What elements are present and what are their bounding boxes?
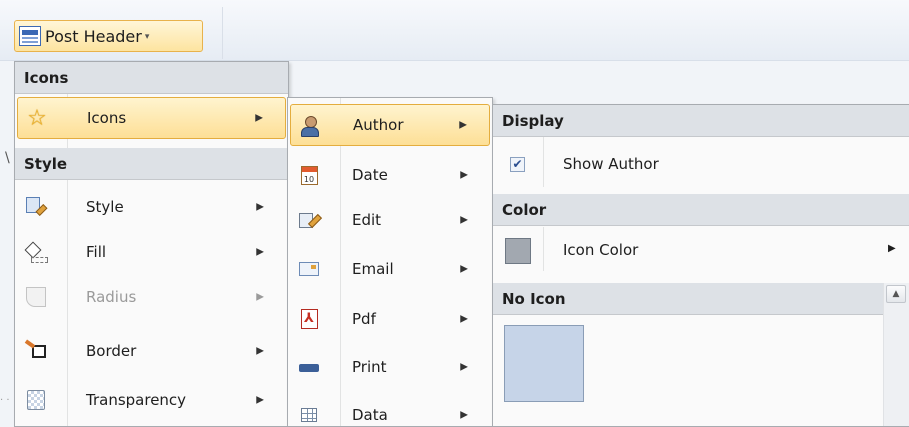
menu-item-label: Radius bbox=[86, 288, 137, 306]
menu-section-header-color: Color bbox=[493, 194, 909, 226]
submenu-arrow-icon: ▶ bbox=[256, 201, 264, 213]
post-header-menu: Icons ☆ Icons ▶ Style Style ▶ Fill ▶ Rad… bbox=[14, 61, 289, 427]
menu-item-label: Icons bbox=[87, 109, 127, 127]
no-icon-swatch[interactable] bbox=[504, 325, 584, 402]
menu-section-header-icons: Icons bbox=[15, 62, 288, 94]
menu-item-label: Print bbox=[352, 358, 387, 376]
submenu-arrow-icon: ▶ bbox=[888, 243, 896, 254]
menu-item-icons[interactable]: ☆ Icons ▶ bbox=[17, 97, 286, 139]
icons-submenu: Author ▶ 10 Date ▶ Edit ▶ Email ▶ ⅄ Pdf … bbox=[287, 97, 493, 427]
show-author-checkbox-row[interactable]: ✔ Show Author bbox=[493, 143, 909, 189]
submenu-arrow-icon: ▶ bbox=[256, 345, 264, 357]
menu-item-label: Style bbox=[86, 198, 124, 216]
menu-section-header-display: Display bbox=[493, 105, 909, 137]
submenu-arrow-icon: ▶ bbox=[255, 112, 263, 124]
submenu-arrow-icon: ▶ bbox=[460, 361, 468, 373]
border-icon bbox=[24, 339, 48, 363]
scrollbar[interactable]: ▲ bbox=[883, 283, 909, 426]
submenu-arrow-icon: ▶ bbox=[256, 394, 264, 406]
submenu-arrow-icon: ▶ bbox=[460, 409, 468, 421]
menu-item-print[interactable]: Print ▶ bbox=[290, 346, 490, 388]
icon-color-row[interactable]: Icon Color ▶ bbox=[493, 229, 909, 275]
menu-item-edit[interactable]: Edit ▶ bbox=[290, 199, 490, 241]
menu-item-label: Border bbox=[86, 342, 137, 360]
document-text-fragment: \ bbox=[5, 150, 10, 166]
menu-section-header-no-icon: No Icon bbox=[493, 283, 884, 315]
menu-item-label: Author bbox=[353, 116, 404, 134]
menu-item-transparency[interactable]: Transparency ▶ bbox=[17, 379, 286, 421]
menu-item-label: Fill bbox=[86, 243, 107, 261]
style-icon bbox=[24, 195, 48, 219]
icon-color-label: Icon Color bbox=[563, 241, 639, 259]
dropdown-caret-icon: ▾ bbox=[144, 32, 150, 42]
submenu-arrow-icon: ▶ bbox=[460, 313, 468, 325]
icon-color-swatch bbox=[505, 238, 531, 264]
edit-pencil-icon bbox=[297, 208, 321, 232]
menu-item-label: Edit bbox=[352, 211, 382, 229]
grid-table-icon bbox=[297, 403, 321, 426]
calendar-icon-day: 10 bbox=[300, 165, 318, 185]
star-icon: ☆ bbox=[27, 106, 47, 131]
submenu-arrow-icon: ▶ bbox=[256, 291, 264, 303]
ribbon-separator bbox=[222, 7, 223, 59]
menu-item-label: Pdf bbox=[352, 310, 376, 328]
calendar-icon: 10 bbox=[297, 163, 321, 187]
envelope-icon bbox=[297, 257, 321, 281]
menu-item-email[interactable]: Email ▶ bbox=[290, 248, 490, 290]
submenu-arrow-icon: ▶ bbox=[460, 214, 468, 226]
submenu-arrow-icon: ▶ bbox=[459, 119, 467, 131]
menu-item-author[interactable]: Author ▶ bbox=[290, 104, 490, 146]
menu-item-label: Email bbox=[352, 260, 394, 278]
menu-item-date[interactable]: 10 Date ▶ bbox=[290, 154, 490, 196]
menu-item-label: Data bbox=[352, 406, 388, 424]
menu-item-pdf[interactable]: ⅄ Pdf ▶ bbox=[290, 298, 490, 340]
paint-bucket-icon bbox=[24, 240, 48, 264]
show-author-label: Show Author bbox=[563, 155, 659, 173]
pdf-icon-glyph: ⅄ bbox=[300, 309, 318, 329]
menu-item-fill[interactable]: Fill ▶ bbox=[17, 231, 286, 273]
transparency-icon bbox=[24, 388, 48, 412]
radius-corner-icon bbox=[24, 285, 48, 309]
document-dots: · · bbox=[0, 395, 10, 406]
menu-item-border[interactable]: Border ▶ bbox=[17, 330, 286, 372]
author-submenu: Display ✔ Show Author Color Icon Color ▶… bbox=[492, 104, 909, 427]
menu-item-data[interactable]: Data ▶ bbox=[290, 394, 490, 426]
person-icon bbox=[298, 114, 322, 138]
menu-item-radius[interactable]: Radius ▶ bbox=[17, 276, 286, 318]
scroll-up-button[interactable]: ▲ bbox=[886, 285, 906, 303]
submenu-arrow-icon: ▶ bbox=[460, 263, 468, 275]
submenu-arrow-icon: ▶ bbox=[256, 246, 264, 258]
menu-item-label: Date bbox=[352, 166, 388, 184]
post-header-label: Post Header bbox=[45, 26, 142, 46]
printer-icon bbox=[297, 355, 321, 379]
post-header-dropdown-button[interactable]: Post Header ▾ bbox=[14, 20, 203, 52]
menu-item-label: Transparency bbox=[86, 391, 187, 409]
pdf-icon: ⅄ bbox=[297, 307, 321, 331]
menu-item-style[interactable]: Style ▶ bbox=[17, 186, 286, 228]
document-header-icon bbox=[19, 26, 41, 46]
show-author-checkbox[interactable]: ✔ bbox=[510, 157, 525, 172]
menu-section-header-style: Style bbox=[15, 148, 288, 180]
submenu-arrow-icon: ▶ bbox=[460, 169, 468, 181]
